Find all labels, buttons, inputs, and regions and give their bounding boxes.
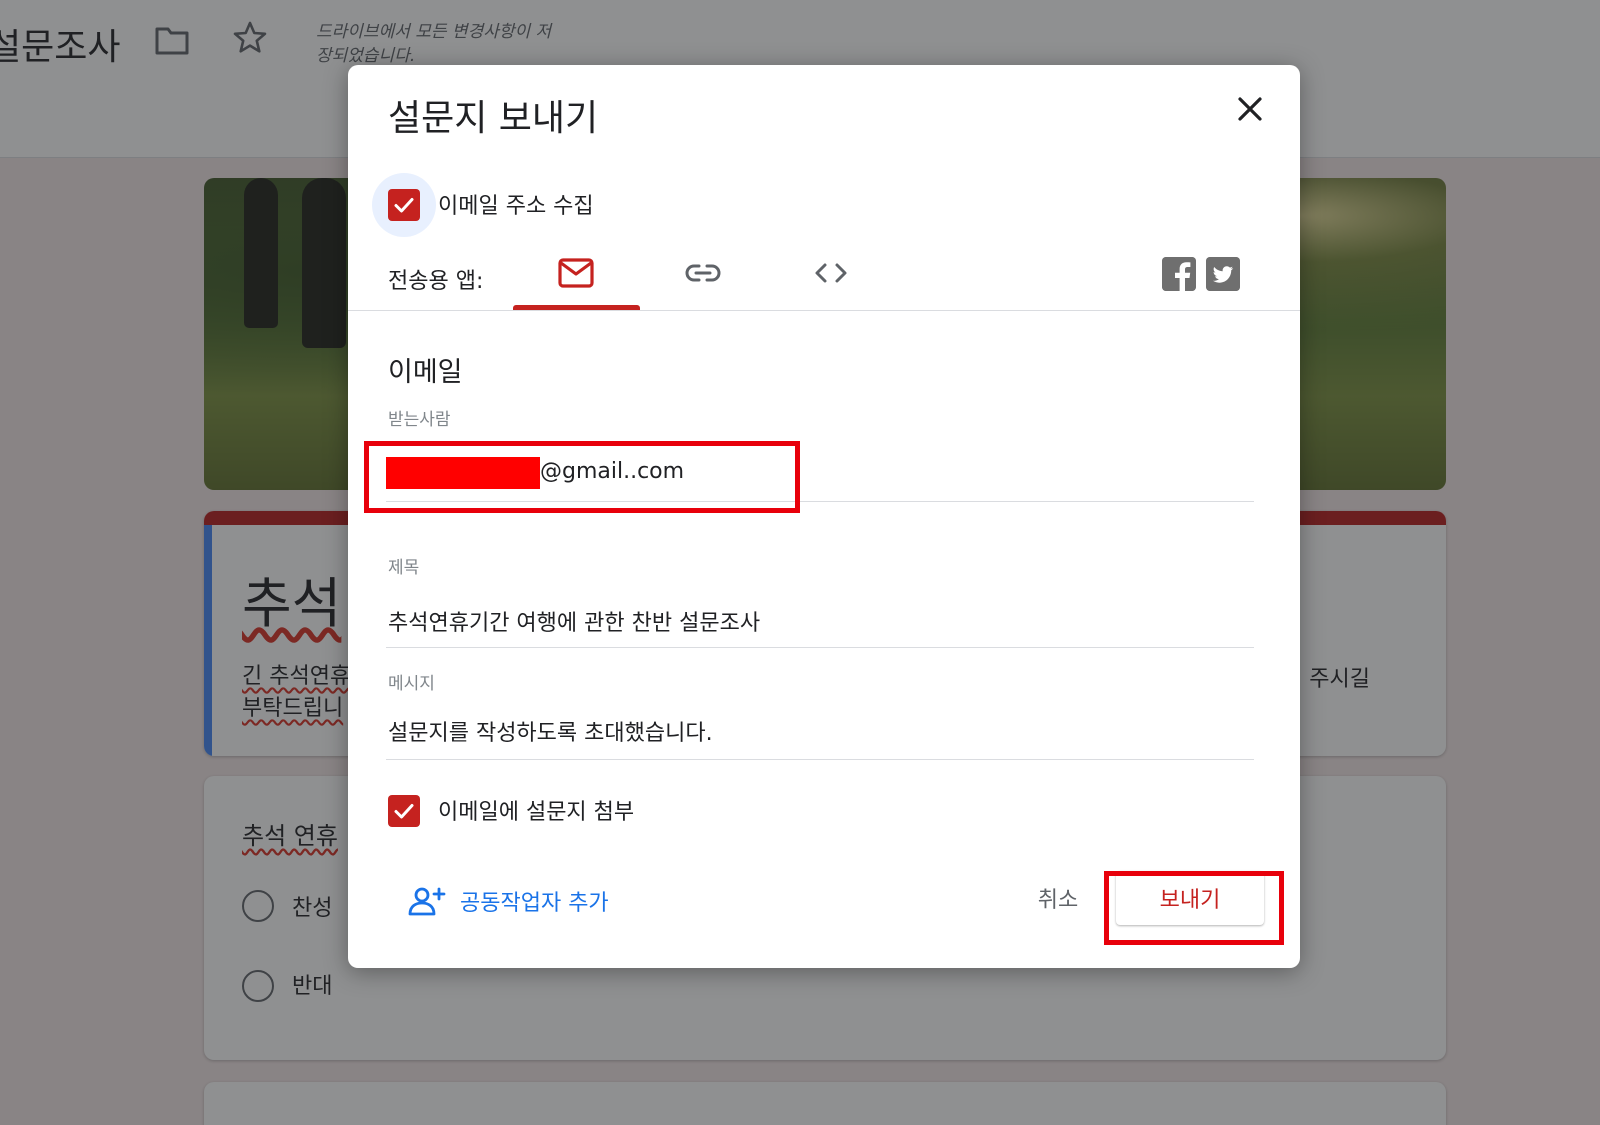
collect-email-label: 이메일 주소 수집: [438, 194, 594, 219]
person-add-icon: [408, 887, 446, 916]
link-icon: [685, 264, 721, 282]
close-icon[interactable]: [1232, 91, 1268, 127]
recipient-label: 받는사람: [388, 410, 451, 430]
send-form-dialog: 설문지 보내기 이메일 주소 수집 전송용 앱: 이메일 받는사람 @gmail…: [348, 65, 1300, 968]
message-input[interactable]: 설문지를 작성하도록 초대했습니다.: [388, 715, 713, 747]
facebook-icon[interactable]: [1162, 257, 1196, 291]
add-collaborators-label: 공동작업자 추가: [460, 891, 609, 916]
recipient-input[interactable]: @gmail..com: [540, 459, 684, 484]
tab-link[interactable]: [678, 255, 728, 291]
twitter-icon[interactable]: [1206, 257, 1240, 291]
tab-embed[interactable]: [806, 255, 856, 291]
subject-underline: [386, 647, 1254, 648]
subject-label: 제목: [388, 558, 420, 578]
embed-code-icon: [815, 263, 847, 283]
email-icon: [558, 258, 594, 288]
cancel-button[interactable]: 취소: [1020, 873, 1096, 923]
send-button[interactable]: 보내기: [1116, 871, 1264, 925]
message-label: 메시지: [388, 674, 435, 694]
add-collaborators-button[interactable]: 공동작업자 추가: [408, 885, 609, 917]
message-underline: [386, 759, 1254, 760]
checkmark-icon: [394, 804, 414, 819]
send-via-label: 전송용 앱:: [388, 269, 484, 294]
dialog-title: 설문지 보내기: [388, 98, 599, 139]
redacted-recipient: [386, 457, 540, 489]
email-section-title: 이메일: [388, 357, 463, 388]
subject-input[interactable]: 추석연휴기간 여행에 관한 찬반 설문조사: [388, 605, 760, 637]
recipient-underline: [386, 501, 1254, 502]
tab-email[interactable]: [551, 255, 601, 291]
tab-divider: [348, 310, 1300, 311]
collect-email-checkbox[interactable]: [388, 189, 420, 221]
include-form-label: 이메일에 설문지 첨부: [438, 800, 635, 825]
page: 설문조사 드라이브에서 모든 변경사항이 저장되었습니다. 추석 긴 추석연휴 …: [0, 0, 1600, 1125]
checkmark-icon: [394, 198, 414, 213]
include-form-checkbox[interactable]: [388, 795, 420, 827]
